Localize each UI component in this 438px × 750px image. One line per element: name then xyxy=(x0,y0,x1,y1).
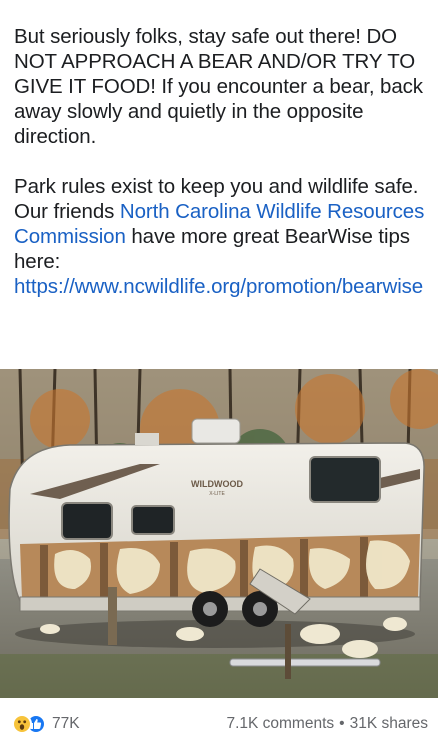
trailer-brand-logo: WILDWOOD xyxy=(191,479,243,489)
post-footer: 77K 7.1K comments • 31K shares xyxy=(0,698,438,750)
damaged-trailer-photo: WILDWOOD X-LITE xyxy=(0,369,438,698)
bearwise-url-link[interactable]: https://www.ncwildlife.org/promotion/bea… xyxy=(14,275,423,298)
reactions-summary[interactable]: 77K xyxy=(12,714,80,734)
post-paragraph-2: Park rules exist to keep you and wildlif… xyxy=(14,174,430,299)
post-stats: 7.1K comments • 31K shares xyxy=(226,715,428,733)
post-text: But seriously folks, stay safe out there… xyxy=(14,24,430,299)
trailer-model-logo: X-LITE xyxy=(209,491,225,497)
shares-count-link[interactable]: 31K shares xyxy=(350,715,428,733)
post-photo[interactable]: WILDWOOD X-LITE xyxy=(0,369,438,698)
stats-separator: • xyxy=(339,715,345,732)
reaction-count: 77K xyxy=(52,715,80,732)
post-paragraph-1: But seriously folks, stay safe out there… xyxy=(14,25,423,148)
wow-reaction-icon xyxy=(12,714,32,734)
comments-count-link[interactable]: 7.1K comments xyxy=(226,715,334,733)
